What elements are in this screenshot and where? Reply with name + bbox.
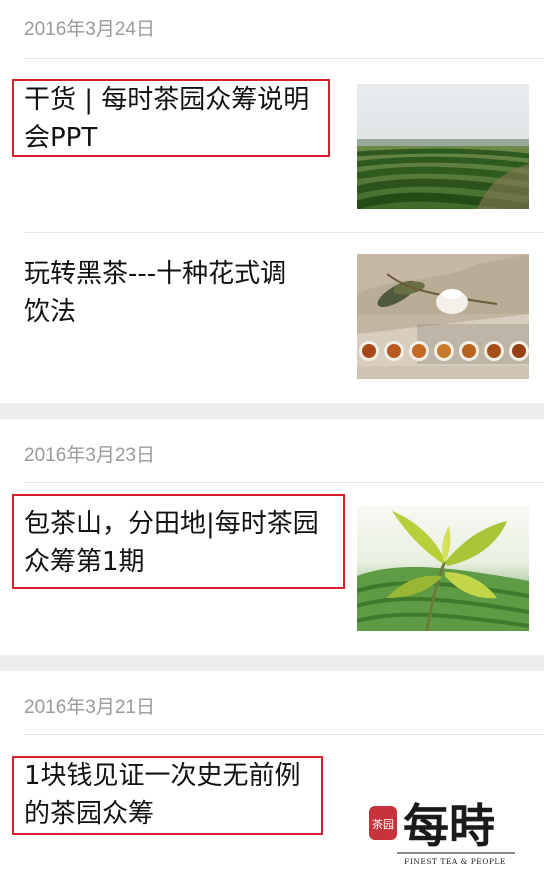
- date-group: 2016年3月21日 1块钱见证一次史无前例 的茶园众筹 茶园 每時 FINES…: [0, 671, 544, 870]
- date-header: 2016年3月24日: [24, 19, 155, 40]
- article-thumbnail[interactable]: [357, 254, 529, 379]
- seal-stamp: 茶园: [369, 806, 397, 840]
- article-item[interactable]: 1块钱见证一次史无前例 的茶园众筹 茶园 每時 FINEST TEA & PEO…: [0, 734, 544, 870]
- article-list: 2016年3月24日 干货 | 每时茶园众筹说明 会PPT 玩转黑茶---十种花…: [0, 0, 544, 870]
- article-item[interactable]: 玩转黑茶---十种花式调 饮法: [0, 232, 544, 403]
- svg-text:茶园: 茶园: [372, 818, 394, 831]
- group-separator: [0, 403, 544, 419]
- tea-plantation-image: [357, 84, 529, 209]
- article-title[interactable]: 1块钱见证一次史无前例 的茶园众筹: [24, 757, 336, 833]
- date-group: 2016年3月23日 包茶山，分田地|每时茶园 众筹第1期: [0, 419, 544, 655]
- article-item[interactable]: 干货 | 每时茶园众筹说明 会PPT: [0, 58, 544, 232]
- tea-leaf-image: [357, 506, 529, 631]
- article-title[interactable]: 干货 | 每时茶园众筹说明 会PPT: [24, 81, 336, 157]
- group-separator: [0, 655, 544, 671]
- article-thumbnail[interactable]: [357, 84, 529, 209]
- article-title[interactable]: 包茶山，分田地|每时茶园 众筹第1期: [24, 505, 336, 581]
- article-thumbnail[interactable]: [357, 506, 529, 631]
- article-title[interactable]: 玩转黑茶---十种花式调 饮法: [24, 255, 336, 331]
- article-thumbnail[interactable]: 茶园 每時 FINEST TEA & PEOPLE: [357, 754, 529, 870]
- logo-wordmark: 每時: [403, 799, 495, 853]
- article-item[interactable]: 包茶山，分田地|每时茶园 众筹第1期: [0, 482, 544, 655]
- date-header: 2016年3月21日: [24, 697, 155, 718]
- meishi-logo: 茶园 每時 FINEST TEA & PEOPLE: [357, 754, 529, 870]
- logo-tagline: FINEST TEA & PEOPLE: [404, 857, 506, 866]
- date-group: 2016年3月24日 干货 | 每时茶园众筹说明 会PPT 玩转黑茶---十种花…: [0, 0, 544, 403]
- date-header: 2016年3月23日: [24, 445, 155, 466]
- tea-cups-image: [357, 254, 529, 379]
